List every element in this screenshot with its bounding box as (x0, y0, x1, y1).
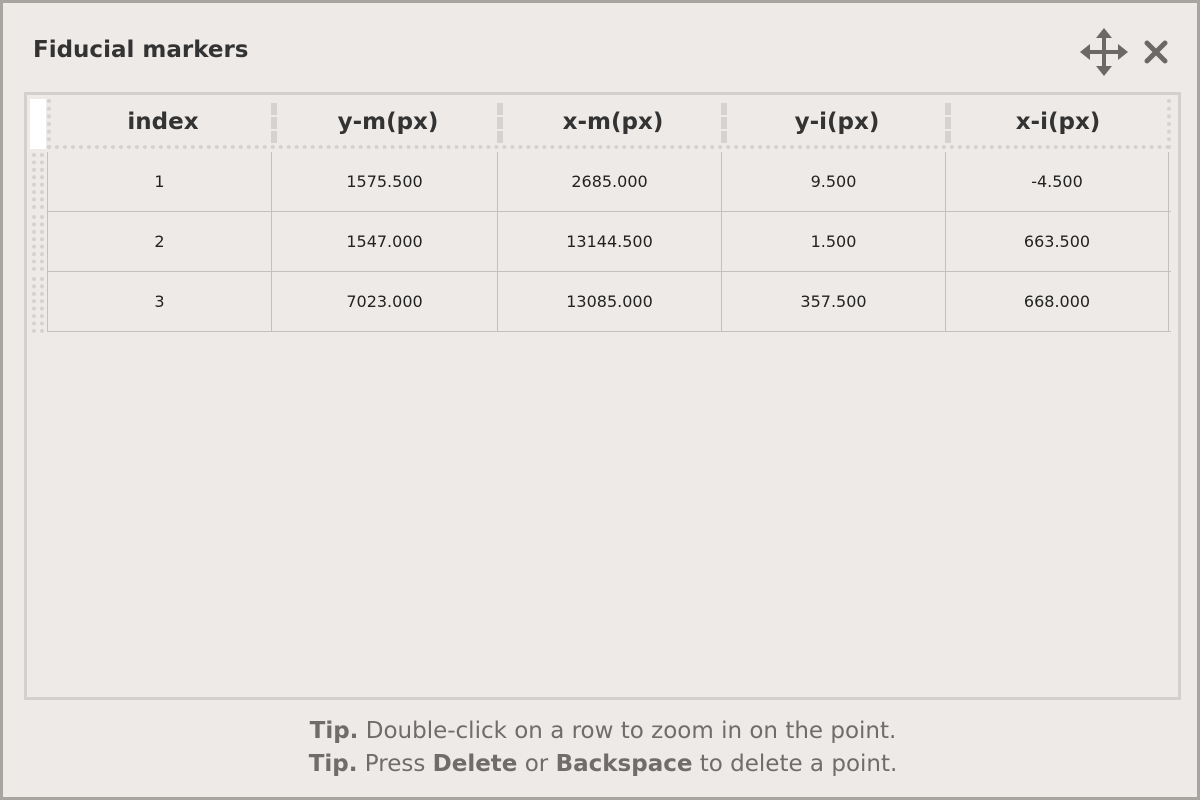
row-drag-handle[interactable] (32, 277, 44, 333)
cell-x-i: 668.000 (945, 272, 1169, 331)
tip-label: Tip. (308, 751, 358, 777)
panel-title: Fiducial markers (33, 37, 249, 63)
cell-y-i: 9.500 (721, 152, 945, 211)
column-header-y-i[interactable]: y-i(px) (725, 99, 949, 145)
table-row[interactable]: 1 1575.500 2685.000 9.500 -4.500 (47, 152, 1171, 212)
tip-key-delete: Delete (432, 751, 518, 777)
cell-index: 3 (47, 272, 271, 331)
cell-x-i: 663.500 (945, 212, 1169, 271)
column-header-x-m[interactable]: x-m(px) (501, 99, 725, 145)
cell-x-i: -4.500 (945, 152, 1169, 211)
cell-y-m: 1575.500 (271, 152, 497, 211)
column-header-x-i[interactable]: x-i(px) (949, 99, 1167, 145)
cell-x-m: 13085.000 (497, 272, 721, 331)
cell-y-m: 1547.000 (271, 212, 497, 271)
cell-x-m: 13144.500 (497, 212, 721, 271)
tip-text: to delete a point. (692, 751, 898, 777)
table-header-row: index y-m(px) x-m(px) y-i(px) x-i(px) (47, 99, 1171, 149)
column-header-y-m[interactable]: y-m(px) (275, 99, 501, 145)
tip-line-zoom: Tip. Double-click on a row to zoom in on… (3, 715, 1200, 748)
column-header-index[interactable]: index (51, 99, 275, 145)
table-row[interactable]: 3 7023.000 13085.000 357.500 668.000 (47, 272, 1171, 332)
tip-key-backspace: Backspace (555, 751, 693, 777)
tip-label: Tip. (309, 718, 359, 744)
cell-y-i: 357.500 (721, 272, 945, 331)
cell-x-m: 2685.000 (497, 152, 721, 211)
table-corner (30, 99, 46, 149)
cell-y-i: 1.500 (721, 212, 945, 271)
row-handles (32, 153, 44, 335)
fiducial-markers-panel: Fiducial markers index y-m(px) x-m(px) y… (0, 0, 1200, 800)
tip-text: Double-click on a row to zoom in on the … (358, 718, 897, 744)
row-drag-handle[interactable] (32, 153, 44, 209)
table-row[interactable]: 2 1547.000 13144.500 1.500 663.500 (47, 212, 1171, 272)
cell-y-m: 7023.000 (271, 272, 497, 331)
tips: Tip. Double-click on a row to zoom in on… (3, 715, 1200, 781)
tip-text: Press (357, 751, 433, 777)
cell-index: 1 (47, 152, 271, 211)
row-drag-handle[interactable] (32, 215, 44, 271)
fiducial-table[interactable]: index y-m(px) x-m(px) y-i(px) x-i(px) 1 … (24, 92, 1181, 700)
table-body: 1 1575.500 2685.000 9.500 -4.500 2 1547.… (47, 152, 1171, 332)
tip-text: or (517, 751, 556, 777)
tip-line-delete: Tip. Press Delete or Backspace to delete… (3, 748, 1200, 781)
close-x-icon[interactable] (1143, 39, 1169, 65)
move-arrows-icon[interactable] (1079, 27, 1129, 77)
cell-index: 2 (47, 212, 271, 271)
